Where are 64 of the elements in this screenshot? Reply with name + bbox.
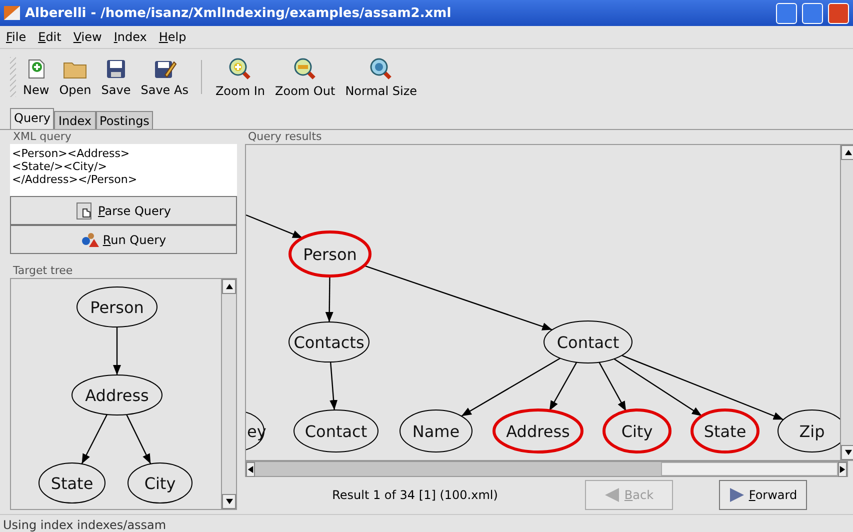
graph-node: Name (400, 410, 472, 452)
graph-node: City (128, 462, 192, 504)
scrollbar[interactable] (840, 145, 853, 460)
people-icon (80, 232, 99, 248)
toolbar-button[interactable]: Open (56, 56, 94, 98)
menu-item[interactable]: Help (158, 30, 186, 44)
tab[interactable]: Index (54, 111, 96, 129)
action-button[interactable]: Run Query (10, 225, 237, 254)
scroll-arrow-icon (226, 283, 232, 290)
toolbar-button[interactable]: Normal Size (342, 54, 420, 100)
toolbar-button[interactable]: Zoom In (212, 54, 268, 100)
toolbar-button[interactable]: Zoom Out (272, 54, 338, 100)
graph-node: State (690, 408, 760, 454)
edge-arrow (246, 214, 303, 239)
close-button[interactable] (828, 2, 849, 24)
toolbar-button[interactable]: Save (98, 56, 134, 98)
action-button[interactable]: Parse Query (10, 196, 237, 225)
app-icon (4, 6, 20, 20)
window-title: Alberelli - /home/isanz/XmlIndexing/examples/assam2.xml (25, 6, 452, 20)
zoom-reset-icon (369, 56, 394, 80)
graph-node: City (602, 408, 672, 454)
scrollbar[interactable] (245, 461, 848, 477)
hand-cursor-icon (76, 202, 94, 220)
menu-item[interactable]: View (73, 30, 102, 44)
group-label: Target tree (12, 264, 74, 278)
forward-button[interactable]: Forward (719, 480, 807, 510)
graph-node: Address (492, 408, 584, 454)
toolbar-button[interactable]: Save As (138, 56, 192, 98)
edge-arrow (330, 362, 338, 410)
graph-node: Contact (294, 410, 378, 452)
maximize-button[interactable] (802, 2, 823, 24)
minimize-button[interactable] (776, 2, 797, 24)
menu-item[interactable]: Index (114, 30, 147, 44)
edge-arrow (126, 414, 152, 464)
scroll-arrow-icon (226, 498, 232, 505)
zoom-out-icon (293, 56, 318, 80)
graph-node: Contact (544, 320, 632, 364)
scroll-arrow-icon (844, 149, 852, 156)
graph-node: Person (76, 286, 158, 328)
scrollbar[interactable] (221, 279, 236, 509)
graph-node: Contacts (288, 322, 370, 362)
toolbar-button[interactable]: New (20, 56, 52, 98)
tab[interactable]: Postings (96, 111, 154, 129)
edge-arrow (81, 414, 108, 464)
group-label: XML query (12, 130, 72, 144)
tab[interactable]: Query (10, 108, 54, 129)
edge-arrow (113, 327, 121, 375)
result-summary: Result 1 of 34 [1] (100.xml) (331, 488, 499, 502)
zoom-in-icon (228, 56, 252, 80)
scroll-arrow-icon (839, 466, 846, 473)
scroll-arrow-icon (247, 466, 254, 473)
graph-node: State (38, 462, 106, 504)
query-field[interactable]: <Person><Address> <State/><City/> </Address></Person> (10, 144, 237, 196)
right-triangle-icon (728, 488, 745, 502)
menu-item[interactable]: Edit (38, 30, 62, 44)
left-triangle-icon (604, 488, 620, 502)
graph-node: Address (72, 374, 162, 416)
graph-node: Person (288, 230, 372, 278)
edge-arrow (325, 276, 334, 322)
scroll-arrow-icon (844, 449, 852, 456)
group-label: Query results (247, 130, 323, 144)
menu-item[interactable]: File (6, 30, 26, 44)
status-text: Using index indexes/assam (0, 514, 853, 532)
graph-node: Zip (778, 410, 840, 452)
